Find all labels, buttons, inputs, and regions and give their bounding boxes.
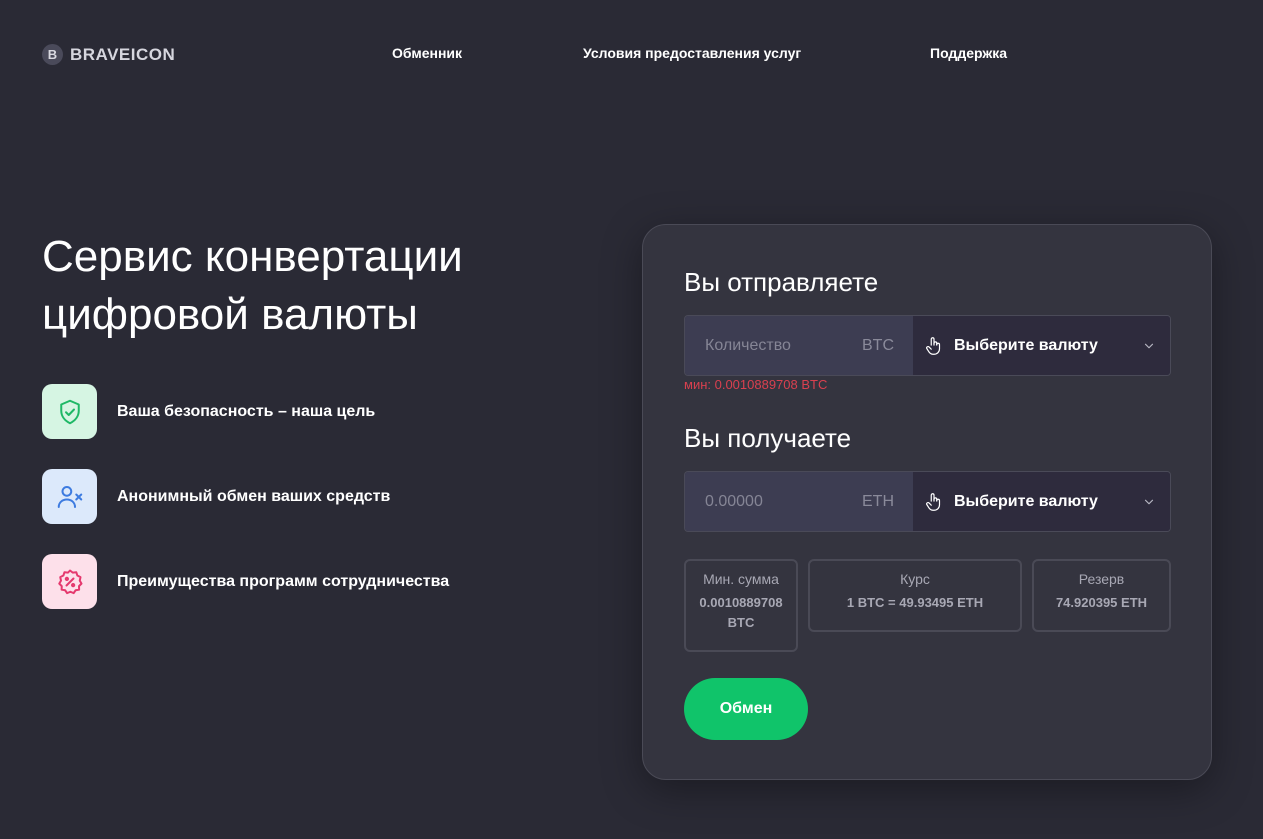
logo-text: BRAVEICON bbox=[70, 44, 176, 64]
chevron-down-icon bbox=[1144, 343, 1154, 348]
feature-partnership-text: Преимущества программ сотрудничества bbox=[117, 572, 450, 590]
exchange-card: Вы отправляете BTC Выберите валюту мин: … bbox=[642, 224, 1212, 780]
receive-section-title: Вы получаете bbox=[684, 423, 852, 453]
send-currency-select[interactable]: Выберите валюту bbox=[913, 316, 1170, 375]
receive-currency-label: Выберите валюту bbox=[954, 492, 1098, 510]
feature-security-text: Ваша безопасность – наша цель bbox=[117, 402, 376, 420]
min-amount-warning: мин: 0.0010889708 BTC bbox=[684, 377, 828, 392]
hero-title-line1: Сервис конвертации bbox=[42, 232, 463, 281]
stat-rate: Курс 1 BTC = 49.93495 ETH bbox=[808, 559, 1022, 632]
send-currency-label: Выберите валюту bbox=[954, 336, 1098, 354]
receive-amount-input[interactable] bbox=[705, 492, 825, 511]
stat-min-value-line2: BTC bbox=[727, 615, 755, 630]
chevron-down-icon bbox=[1144, 499, 1154, 504]
stat-rate-label: Курс bbox=[900, 571, 930, 587]
discount-badge-icon bbox=[42, 554, 97, 609]
nav-link-support[interactable]: Поддержка bbox=[930, 45, 1007, 61]
stat-reserve-label: Резерв bbox=[1078, 571, 1125, 587]
feature-partnership: Преимущества программ сотрудничества bbox=[42, 554, 449, 609]
stat-reserve-value: 74.920395 ETH bbox=[1055, 595, 1148, 610]
shield-check-icon bbox=[42, 384, 97, 439]
hand-pointer-icon bbox=[926, 492, 941, 511]
user-x-icon bbox=[42, 469, 97, 524]
stat-rate-value: 1 BTC = 49.93495 ETH bbox=[846, 595, 984, 610]
receive-row: ETH Выберите валюту bbox=[684, 471, 1171, 532]
send-section-title: Вы отправляете bbox=[684, 267, 879, 297]
send-amount-input[interactable] bbox=[705, 336, 825, 355]
hero-title: Сервис конвертации цифровой валюты bbox=[42, 228, 602, 344]
receive-unit: ETH bbox=[862, 492, 894, 510]
send-row: BTC Выберите валюту bbox=[684, 315, 1171, 376]
hero-title-line2: цифровой валюты bbox=[42, 290, 418, 339]
hand-pointer-icon bbox=[926, 336, 941, 355]
nav-link-terms[interactable]: Условия предоставления услуг bbox=[583, 45, 801, 61]
exchange-button[interactable]: Обмен bbox=[684, 678, 808, 740]
stat-min-value-line1: 0.0010889708 bbox=[699, 595, 783, 610]
send-amount-box: BTC bbox=[685, 316, 913, 375]
feature-anonymous: Анонимный обмен ваших средств bbox=[42, 469, 390, 524]
nav-link-exchanger[interactable]: Обменник bbox=[392, 45, 462, 61]
receive-amount-box: ETH bbox=[685, 472, 913, 531]
feature-anonymous-text: Анонимный обмен ваших средств bbox=[117, 487, 391, 505]
logo-badge: B bbox=[42, 44, 63, 65]
stat-min-label: Мин. сумма bbox=[703, 571, 779, 587]
stat-min-amount: Мин. сумма 0.0010889708 BTC bbox=[684, 559, 798, 652]
logo[interactable]: B BRAVEICON bbox=[42, 44, 175, 65]
feature-security: Ваша безопасность – наша цель bbox=[42, 384, 375, 439]
send-unit: BTC bbox=[862, 336, 894, 354]
stat-reserve: Резерв 74.920395 ETH bbox=[1032, 559, 1171, 632]
stat-min-value: 0.0010889708 BTC bbox=[686, 593, 796, 633]
receive-currency-select[interactable]: Выберите валюту bbox=[913, 472, 1170, 531]
